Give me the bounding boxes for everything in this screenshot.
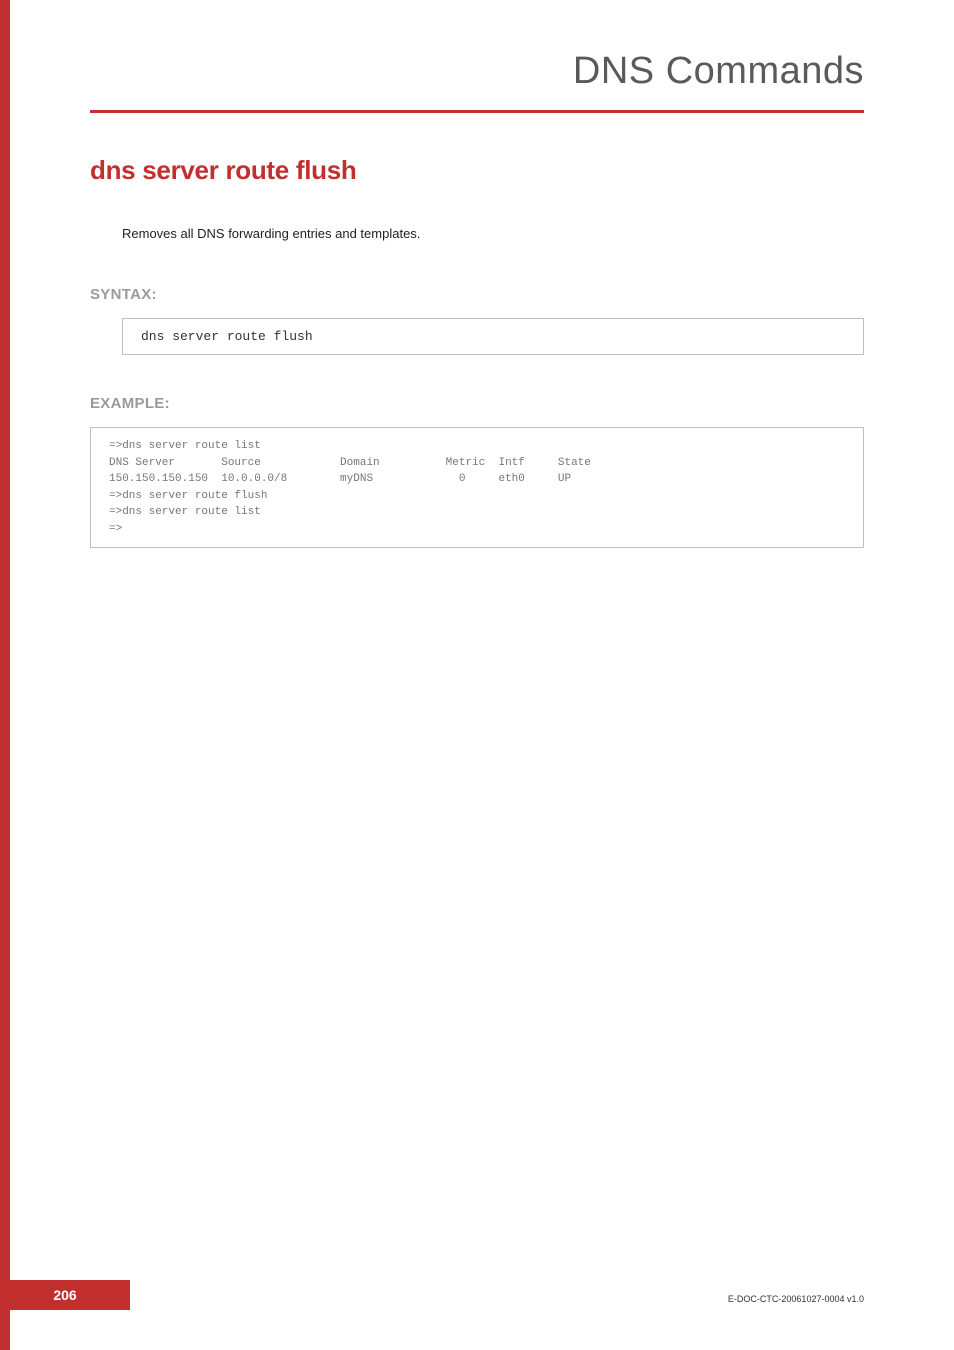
left-accent-stripe <box>0 0 10 1350</box>
page-number: 206 <box>0 1280 130 1310</box>
document-id: E-DOC-CTC-20061027-0004 v1.0 <box>728 1294 864 1304</box>
header-divider <box>90 110 864 113</box>
example-code-box: =>dns server route list DNS Server Sourc… <box>90 427 864 548</box>
syntax-code-box: dns server route flush <box>122 318 864 355</box>
command-title: dns server route flush <box>90 155 864 186</box>
page-footer: 206 E-DOC-CTC-20061027-0004 v1.0 <box>0 1280 864 1310</box>
page-category-title: DNS Commands <box>573 50 864 93</box>
example-label: EXAMPLE: <box>90 395 864 412</box>
main-content: dns server route flush Removes all DNS f… <box>90 155 864 548</box>
command-description: Removes all DNS forwarding entries and t… <box>122 226 864 241</box>
syntax-label: SYNTAX: <box>90 286 864 303</box>
